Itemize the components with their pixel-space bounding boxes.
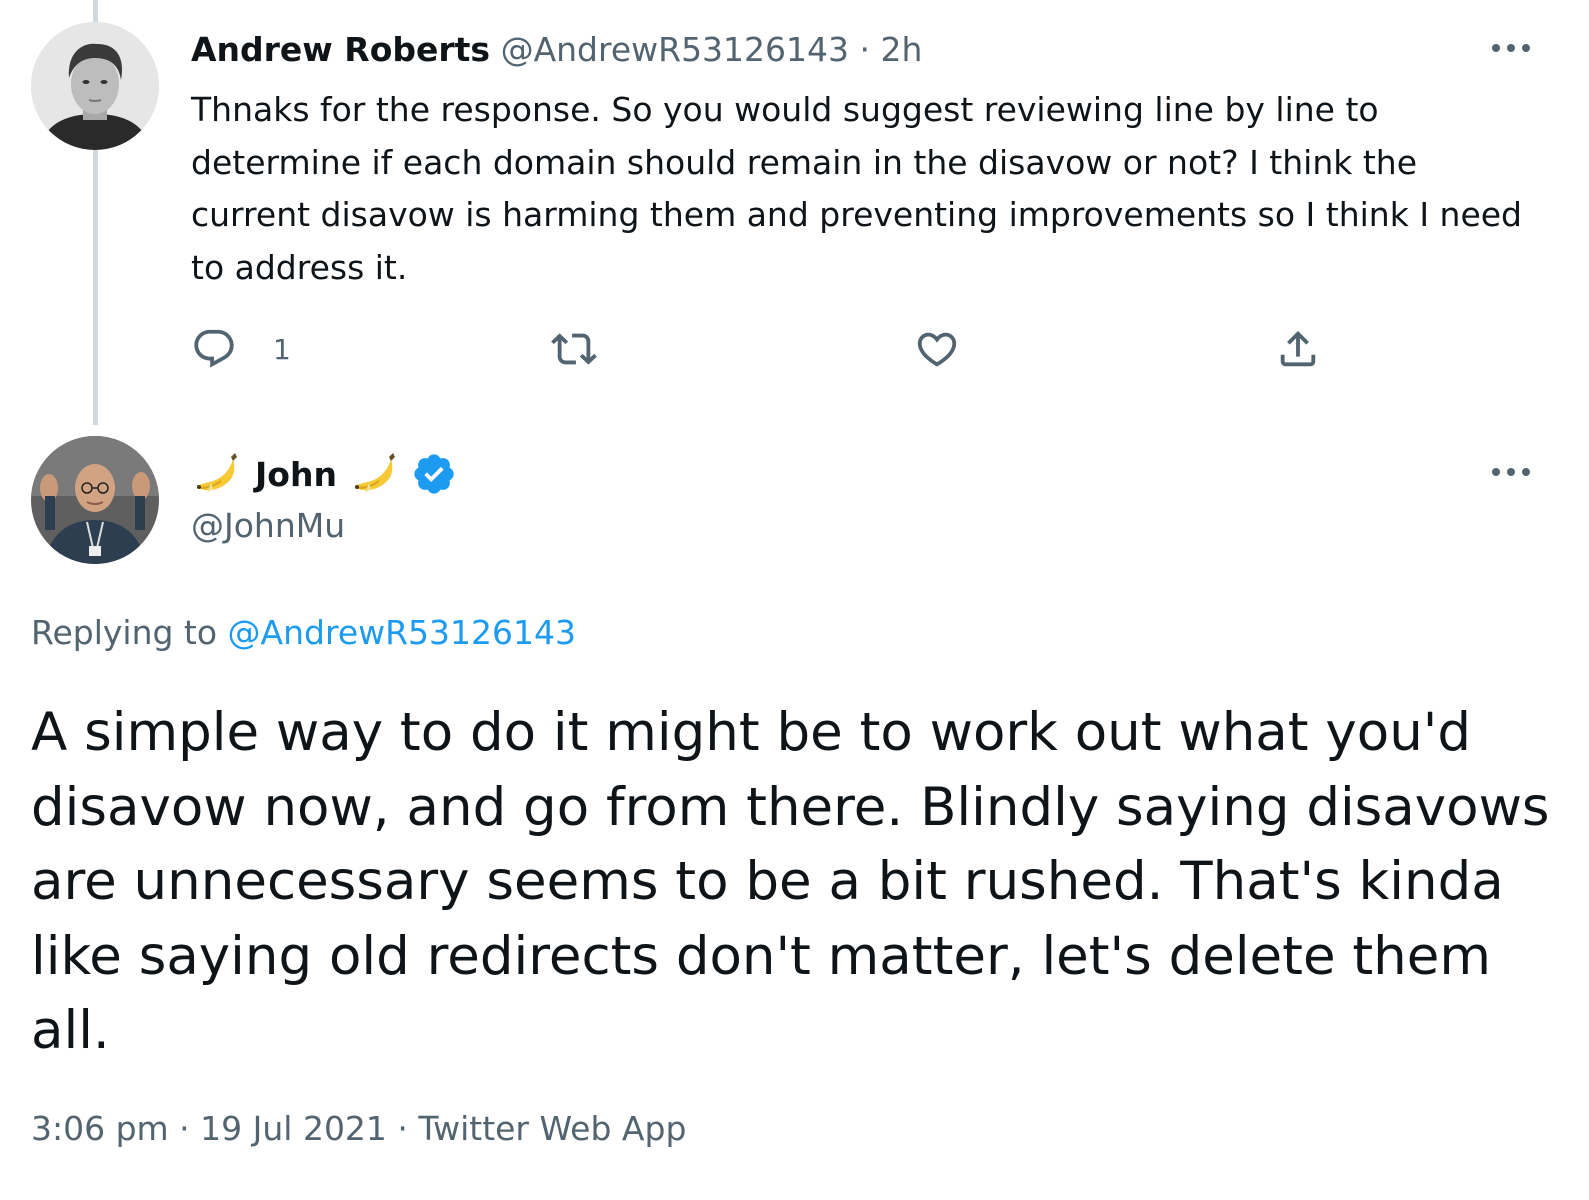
share-icon (1280, 330, 1316, 367)
avatar[interactable] (31, 22, 159, 150)
more-options-icon[interactable] (1492, 38, 1530, 58)
verified-badge-icon (414, 454, 454, 494)
reply-count: 1 (273, 332, 291, 366)
more-options-icon[interactable] (1492, 462, 1530, 482)
replying-to: Replying to @AndrewR53126143 (31, 613, 576, 652)
tweet-time[interactable]: 2h (881, 30, 923, 69)
share-button[interactable] (1275, 326, 1321, 372)
tweet-text: A simple way to do it might be to work o… (31, 702, 1550, 1061)
reply-button[interactable]: 1 (191, 326, 291, 372)
display-name-row[interactable]: John (191, 448, 457, 500)
tweet-header: Andrew Roberts @AndrewR53126143 · 2h (191, 28, 922, 72)
display-name[interactable]: John (255, 455, 337, 494)
tweet-metadata[interactable]: 3:06 pm · 19 Jul 2021 · Twitter Web App (31, 1109, 686, 1148)
display-name[interactable]: Andrew Roberts (191, 30, 490, 69)
separator: · (859, 30, 871, 69)
like-button[interactable] (914, 326, 960, 372)
replying-label: Replying to (31, 613, 218, 652)
heart-icon (917, 332, 957, 367)
banana-emoji-icon (196, 453, 237, 493)
retweet-button[interactable] (551, 326, 597, 372)
user-handle[interactable]: @JohnMu (191, 506, 345, 545)
reply-icon (194, 329, 234, 368)
tweet-text: Thnaks for the response. So you would su… (191, 90, 1523, 287)
retweet-icon (551, 333, 597, 365)
user-handle[interactable]: @AndrewR53126143 (501, 30, 849, 69)
mention-link[interactable]: @AndrewR53126143 (228, 613, 576, 652)
banana-emoji-icon (354, 453, 395, 493)
avatar[interactable] (31, 436, 159, 564)
tweet-author: John @JohnMu (191, 448, 457, 545)
